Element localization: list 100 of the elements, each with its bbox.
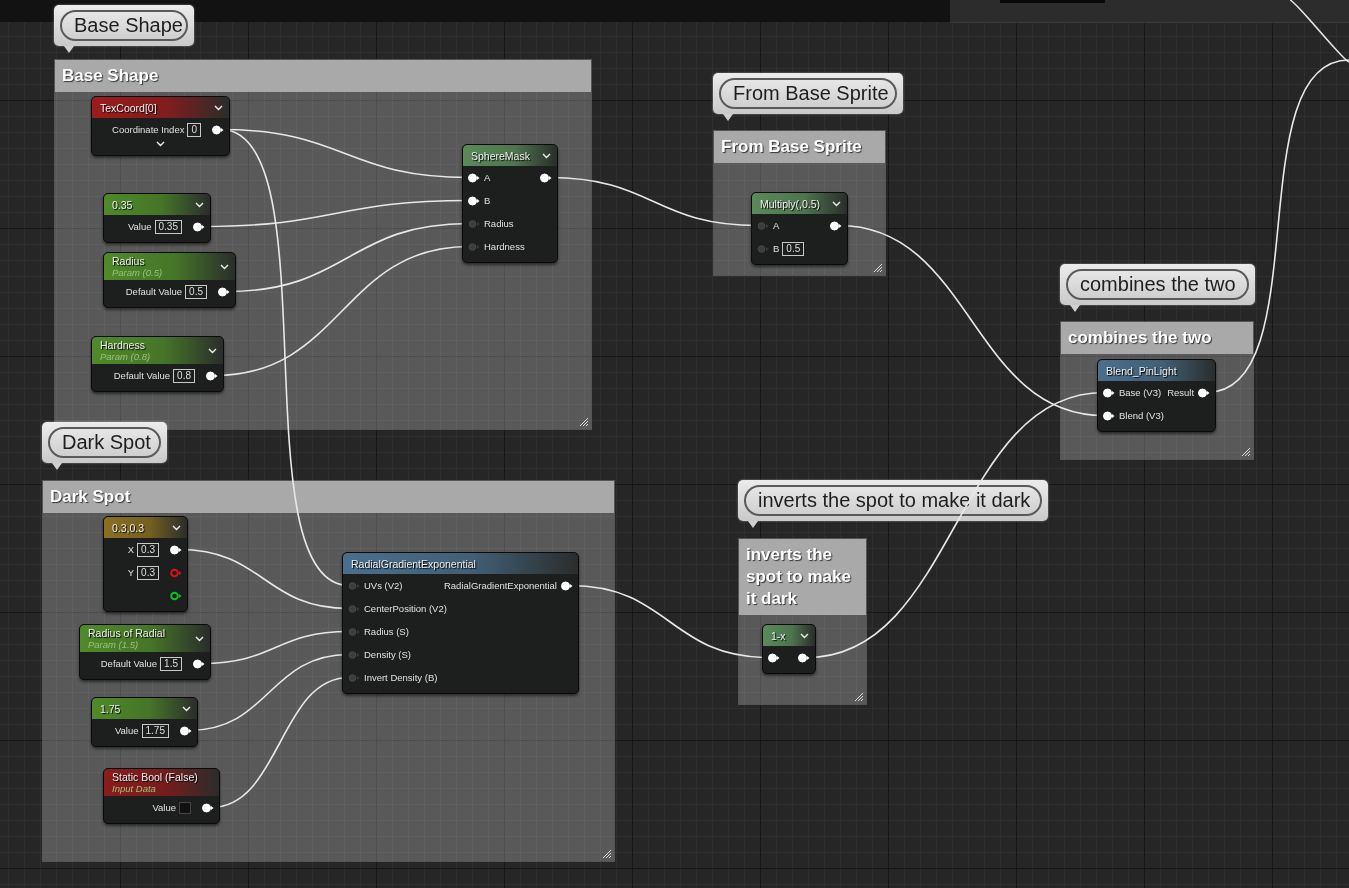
pin-label: Density (S) bbox=[364, 649, 411, 660]
comment-title: Base Shape bbox=[55, 60, 591, 92]
node-title: 0.35 bbox=[112, 198, 134, 211]
pin-icon[interactable] bbox=[205, 370, 219, 381]
pin-label: Base (V3) bbox=[1118, 387, 1162, 398]
value-field[interactable]: 1.75 bbox=[141, 723, 169, 738]
comment-title: Dark Spot bbox=[43, 481, 614, 513]
chevron-down-icon[interactable] bbox=[195, 201, 204, 208]
graph-node[interactable]: Multiply(,0.5) A B 0.5 bbox=[751, 192, 848, 265]
pin-label: Default Value bbox=[100, 658, 158, 669]
node-title: Radius of Radial bbox=[88, 627, 167, 639]
pin-icon[interactable] bbox=[829, 220, 843, 231]
chevron-down-icon[interactable] bbox=[542, 152, 551, 159]
node-title: Radius bbox=[112, 255, 146, 267]
chevron-down-icon[interactable] bbox=[172, 524, 181, 531]
graph-node[interactable]: Blend_PinLight Base (V3) Result Blend (V3) bbox=[1097, 359, 1216, 432]
pin-label: CenterPosition (V2) bbox=[364, 603, 447, 614]
bubble-tail bbox=[64, 46, 74, 53]
value-field[interactable]: 1.5 bbox=[160, 656, 182, 671]
value-field[interactable]: 0.5 bbox=[185, 284, 207, 299]
pin-icon[interactable] bbox=[467, 172, 481, 183]
graph-node[interactable]: Hardness Param (0.8) Default Value 0.8 bbox=[91, 336, 224, 392]
pin-label: B bbox=[773, 243, 780, 254]
chevron-down-icon[interactable] bbox=[832, 200, 841, 207]
graph-node[interactable]: Radius of Radial Param (1.5) Default Value 1.5 bbox=[79, 624, 211, 680]
node-title: RadialGradientExponential bbox=[351, 557, 477, 570]
resize-grip-icon[interactable] bbox=[602, 849, 612, 859]
bubble-tail bbox=[723, 114, 733, 121]
node-title: Blend_PinLight bbox=[1106, 364, 1178, 377]
node-subtitle: Param (0.5) bbox=[112, 267, 164, 278]
node-subtitle: Input Data bbox=[112, 783, 157, 794]
chevron-down-icon[interactable] bbox=[182, 705, 191, 712]
bubble-tail bbox=[1070, 305, 1080, 312]
pin-label: Default Value bbox=[113, 370, 171, 381]
node-title: 1-x bbox=[771, 629, 787, 642]
comment-bubble: combines the two bbox=[1066, 269, 1249, 300]
node-title: Static Bool (False) bbox=[112, 771, 199, 783]
pin-icon[interactable] bbox=[179, 725, 193, 736]
node-title: Hardness bbox=[100, 339, 146, 351]
graph-node[interactable]: 1.75 Value 1.75 bbox=[91, 697, 198, 747]
node-subtitle: Param (1.5) bbox=[88, 639, 140, 650]
pin-icon[interactable] bbox=[560, 580, 574, 591]
pin-label: X bbox=[127, 544, 135, 555]
resize-grip-icon[interactable] bbox=[873, 263, 883, 273]
value-field[interactable]: 0.5 bbox=[782, 241, 805, 256]
pin-label: Invert Density (B) bbox=[364, 672, 438, 683]
pin-icon[interactable] bbox=[211, 124, 225, 135]
pin-icon[interactable] bbox=[192, 658, 206, 669]
resize-grip-icon[interactable] bbox=[1241, 447, 1251, 457]
graph-node[interactable]: Static Bool (False) Input Data Value bbox=[103, 768, 220, 824]
resize-grip-icon[interactable] bbox=[854, 692, 864, 702]
comment-title: From Base Sprite bbox=[714, 131, 885, 163]
pin-icon[interactable] bbox=[169, 590, 183, 601]
checkbox[interactable] bbox=[179, 801, 191, 814]
pin-icon[interactable] bbox=[201, 802, 215, 813]
bubble-tail bbox=[748, 521, 758, 528]
pin-label: Value bbox=[152, 802, 176, 813]
chevron-down-icon[interactable] bbox=[195, 635, 204, 642]
pin-label: Y bbox=[127, 567, 135, 578]
node-title: 1.75 bbox=[100, 702, 122, 715]
resize-grip-icon[interactable] bbox=[579, 417, 589, 427]
value-field[interactable]: 0.3 bbox=[137, 542, 159, 557]
pin-icon[interactable] bbox=[1102, 387, 1116, 398]
pin-label: Value bbox=[127, 221, 152, 232]
graph-node[interactable]: TexCoord[0] Coordinate Index 0 bbox=[91, 96, 230, 156]
pin-icon[interactable] bbox=[767, 652, 781, 663]
value-field[interactable]: 0.35 bbox=[154, 219, 182, 234]
chevron-down-icon[interactable] bbox=[156, 141, 165, 147]
value-field[interactable]: 0.8 bbox=[173, 368, 195, 383]
bubble-tail bbox=[52, 463, 62, 470]
comment-title: combines the two bbox=[1061, 322, 1253, 354]
pin-label: Default Value bbox=[125, 286, 183, 297]
chevron-down-icon[interactable] bbox=[214, 104, 223, 111]
graph-node[interactable]: Radius Param (0.5) Default Value 0.5 bbox=[103, 252, 236, 308]
pin-label: Hardness bbox=[484, 241, 525, 252]
pin-icon[interactable] bbox=[467, 195, 481, 206]
pin-label: A bbox=[484, 172, 491, 183]
pin-icon[interactable] bbox=[797, 652, 811, 663]
pin-icon[interactable] bbox=[1197, 387, 1211, 398]
graph-node[interactable]: 0.35 Value 0.35 bbox=[103, 193, 211, 243]
graph-node[interactable]: 0.3,0.3 X 0.3 Y 0.3 bbox=[103, 516, 188, 612]
node-title: SphereMask bbox=[471, 149, 531, 162]
pin-icon[interactable] bbox=[217, 286, 231, 297]
pin-label: A bbox=[773, 220, 780, 231]
chevron-down-icon[interactable] bbox=[208, 347, 217, 354]
pin-icon[interactable] bbox=[169, 544, 183, 555]
chevron-down-icon[interactable] bbox=[220, 263, 229, 270]
pin-icon[interactable] bbox=[1102, 410, 1116, 421]
node-title: Multiply(,0.5) bbox=[760, 197, 822, 210]
value-field[interactable]: 0.3 bbox=[137, 565, 159, 580]
graph-node[interactable]: SphereMask A B Radius Hardness bbox=[462, 144, 558, 263]
pin-icon[interactable] bbox=[539, 172, 553, 183]
pin-icon[interactable] bbox=[192, 221, 206, 232]
pin-label: Result bbox=[1167, 387, 1195, 398]
graph-node[interactable]: 1-x bbox=[762, 624, 816, 674]
node-title: 0.3,0.3 bbox=[112, 521, 146, 534]
comment-bubble: Base Shape bbox=[60, 10, 188, 41]
chevron-down-icon[interactable] bbox=[800, 632, 809, 639]
value-field[interactable]: 0 bbox=[187, 122, 201, 137]
graph-node[interactable]: RadialGradientExponential UVs (V2) RadialGradientExponential CenterPosition (V2) Radius (S) Density (S) Invert Density (B) bbox=[342, 552, 579, 694]
